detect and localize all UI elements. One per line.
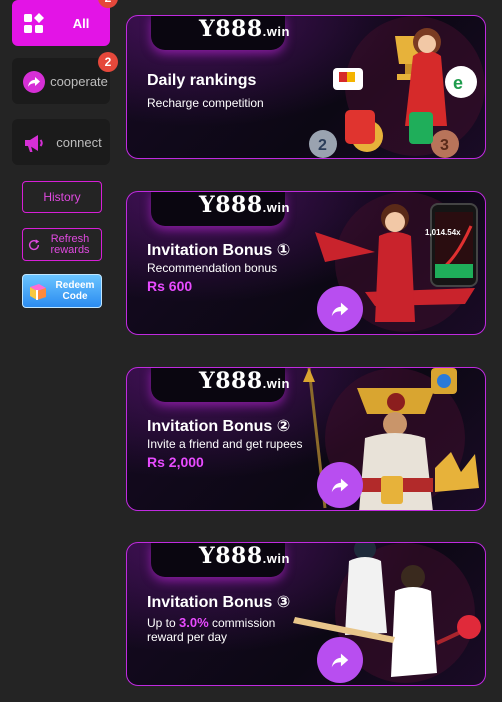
banner-title: Invitation Bonus ② <box>147 418 291 435</box>
share-arrow-icon <box>331 302 349 317</box>
redeem-code-button[interactable]: Redeem Code <box>22 274 102 308</box>
megaphone-icon <box>25 135 43 152</box>
category-cooperate-button[interactable]: cooperate 2 <box>12 52 118 104</box>
banner-subtitle: Recommendation bonus <box>147 261 278 275</box>
bonus-amount: Rs 600 <box>147 278 193 294</box>
notification-badge: 2 <box>98 0 118 8</box>
refresh-icon <box>28 239 40 251</box>
invitation-bonus-1-banner[interactable]: Y888.win Invitation Bonus ① Recommendati… <box>126 191 486 335</box>
commission-line2: reward per day <box>147 630 228 644</box>
banner-title: Daily rankings <box>147 72 257 89</box>
refresh-rewards-label: Refresh rewards <box>50 233 90 256</box>
brand-logo: Y888.win <box>199 543 290 569</box>
banner-title: Invitation Bonus ③ <box>147 594 291 611</box>
phone-multiplier: 1,014.54x <box>425 228 461 237</box>
category-connect-button[interactable]: connect <box>12 119 110 165</box>
category-connect-label: connect <box>56 134 102 150</box>
gift-icon <box>30 284 46 300</box>
category-cooperate-label: cooperate <box>50 73 108 89</box>
brand-name: Y888 <box>199 16 263 42</box>
aztec-queen-illustration <box>303 368 479 510</box>
category-all-label: All <box>72 15 90 31</box>
brand-name: Y888 <box>199 368 263 394</box>
share-button[interactable] <box>317 637 363 683</box>
svg-text:3: 3 <box>440 137 449 154</box>
invitation-bonus-3-banner[interactable]: Y888.win Invitation Bonus ③ Up to 3.0% c… <box>126 542 486 686</box>
commission-line: Up to 3.0% commission <box>147 615 275 630</box>
brand-name: Y888 <box>199 543 263 569</box>
redeem-label-line2: Code <box>62 291 88 302</box>
category-all-button[interactable]: All 2 <box>12 0 118 46</box>
svg-text:e: e <box>453 73 463 93</box>
brand-logo-tab: Y888.win <box>151 16 289 50</box>
brand-name: Y888 <box>199 192 263 218</box>
brand-logo-tab: Y888.win <box>151 192 289 226</box>
share-arrow-icon <box>331 653 349 668</box>
share-button[interactable] <box>317 286 363 332</box>
banner-title: Invitation Bonus ① <box>147 242 291 259</box>
banner-subtitle: Invite a friend and get rupees <box>147 437 303 451</box>
cricket-illustration <box>293 543 481 683</box>
brand-logo: Y888.win <box>199 16 290 42</box>
redeem-code-label: Redeem Code <box>51 280 99 302</box>
daily-rankings-banner[interactable]: Y888.win Daily rankings Recharge competi… <box>126 15 486 159</box>
commission-rate: 3.0% <box>179 615 209 630</box>
invitation-bonus-2-banner[interactable]: Y888.win Invitation Bonus ② Invite a fri… <box>126 367 486 511</box>
share-icon <box>23 71 45 93</box>
refresh-rewards-button[interactable]: Refresh rewards <box>22 228 102 261</box>
brand-logo-tab: Y888.win <box>151 368 289 402</box>
refresh-label-line2: rewards <box>50 243 90 256</box>
bonus-amount: Rs 2,000 <box>147 454 204 470</box>
redeem-label-line1: Redeem <box>55 280 95 291</box>
share-arrow-icon <box>331 478 349 493</box>
brand-logo: Y888.win <box>199 192 290 218</box>
aviator-illustration <box>315 192 478 332</box>
brand-logo: Y888.win <box>199 368 290 394</box>
svg-text:2: 2 <box>318 137 327 154</box>
grid-icon <box>24 13 44 33</box>
banner-subtitle: Recharge competition <box>147 96 264 110</box>
rankings-illustration: 2 1 3 e <box>309 16 485 158</box>
share-button[interactable] <box>317 462 363 508</box>
history-button[interactable]: History <box>22 181 102 213</box>
commission-suffix: commission <box>208 616 276 630</box>
notification-badge: 2 <box>98 52 118 72</box>
commission-prefix: Up to <box>147 616 180 630</box>
brand-logo-tab: Y888.win <box>151 543 289 577</box>
